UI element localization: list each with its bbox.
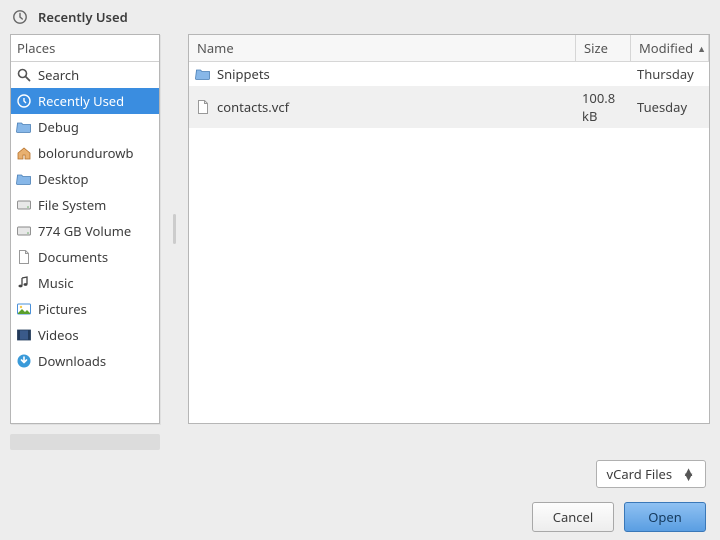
sidebar-item-debug[interactable]: Debug	[11, 114, 159, 140]
spin-arrows-icon: ▲▼	[682, 469, 695, 479]
sidebar-item-label: Videos	[38, 326, 79, 344]
sidebar-item-pictures[interactable]: Pictures	[11, 296, 159, 322]
sidebar-item-file-system[interactable]: File System	[11, 192, 159, 218]
doc-icon	[195, 99, 211, 115]
bookmark-drop-strip[interactable]	[10, 434, 160, 450]
pictures-icon	[16, 301, 32, 317]
sort-ascending-icon: ▲	[697, 42, 706, 55]
column-header-name[interactable]: Name	[189, 35, 576, 61]
file-type-filter-label: vCard Files	[607, 465, 673, 483]
file-name: contacts.vcf	[217, 98, 289, 116]
sidebar-item-recently-used[interactable]: Recently Used	[11, 88, 159, 114]
file-size: 100.8 kB	[576, 86, 631, 128]
page-title: Recently Used	[38, 8, 128, 26]
column-header-modified[interactable]: Modified ▲	[631, 35, 709, 61]
places-sidebar: Places Search Recently Used Debug bolorundu…	[10, 34, 160, 424]
file-name: Snippets	[217, 65, 270, 83]
column-header-size[interactable]: Size	[576, 35, 631, 61]
video-icon	[16, 327, 32, 343]
drive-icon	[16, 197, 32, 213]
sidebar-item-label: File System	[38, 196, 106, 214]
pane-splitter[interactable]	[172, 34, 176, 424]
dialog-header: Recently Used	[0, 0, 720, 34]
file-modified: Thursday	[631, 62, 709, 86]
sidebar-item-label: Recently Used	[38, 92, 124, 110]
file-modified: Tuesday	[631, 95, 709, 119]
sidebar-item-music[interactable]: Music	[11, 270, 159, 296]
sidebar-item-label: Desktop	[38, 170, 89, 188]
sidebar-item-label: Search	[38, 66, 79, 84]
sidebar-item-label: Pictures	[38, 300, 87, 318]
file-list-pane: Name Size Modified ▲ SnippetsThursdaycon…	[188, 34, 710, 424]
open-button[interactable]: Open	[624, 502, 706, 532]
sidebar-item-desktop[interactable]: Desktop	[11, 166, 159, 192]
sidebar-item-label: bolorundurowb	[38, 144, 133, 162]
folder-icon	[16, 119, 32, 135]
places-header: Places	[11, 35, 159, 62]
column-headers: Name Size Modified ▲	[189, 35, 709, 62]
download-icon	[16, 353, 32, 369]
file-size	[576, 71, 631, 77]
sidebar-item-label: Music	[38, 274, 74, 292]
search-icon	[16, 67, 32, 83]
clock-inv-icon	[16, 93, 32, 109]
splitter-grip-icon	[173, 214, 176, 244]
sidebar-item-documents[interactable]: Documents	[11, 244, 159, 270]
file-type-filter[interactable]: vCard Files ▲▼	[596, 460, 707, 488]
sidebar-item-label: Debug	[38, 118, 79, 136]
sidebar-item-search[interactable]: Search	[11, 62, 159, 88]
home-icon	[16, 145, 32, 161]
sidebar-item-label: Documents	[38, 248, 108, 266]
file-rows: Snippets Thursday contacts.vcf 100.8 kBTues…	[189, 62, 709, 423]
folder-icon	[16, 171, 32, 187]
drive-icon	[16, 223, 32, 239]
clock-icon	[12, 9, 28, 25]
doc-icon	[16, 249, 32, 265]
sidebar-item-label: 774 GB Volume	[38, 222, 131, 240]
sidebar-item-downloads[interactable]: Downloads	[11, 348, 159, 374]
folder-icon	[195, 66, 211, 82]
file-row[interactable]: contacts.vcf 100.8 kBTuesday	[189, 86, 709, 128]
column-header-modified-label: Modified	[639, 39, 693, 57]
sidebar-item-label: Downloads	[38, 352, 106, 370]
sidebar-item-774-gb-volume[interactable]: 774 GB Volume	[11, 218, 159, 244]
sidebar-item-bolorundurowb[interactable]: bolorundurowb	[11, 140, 159, 166]
sidebar-item-videos[interactable]: Videos	[11, 322, 159, 348]
file-row[interactable]: Snippets Thursday	[189, 62, 709, 86]
music-icon	[16, 275, 32, 291]
cancel-button[interactable]: Cancel	[532, 502, 614, 532]
